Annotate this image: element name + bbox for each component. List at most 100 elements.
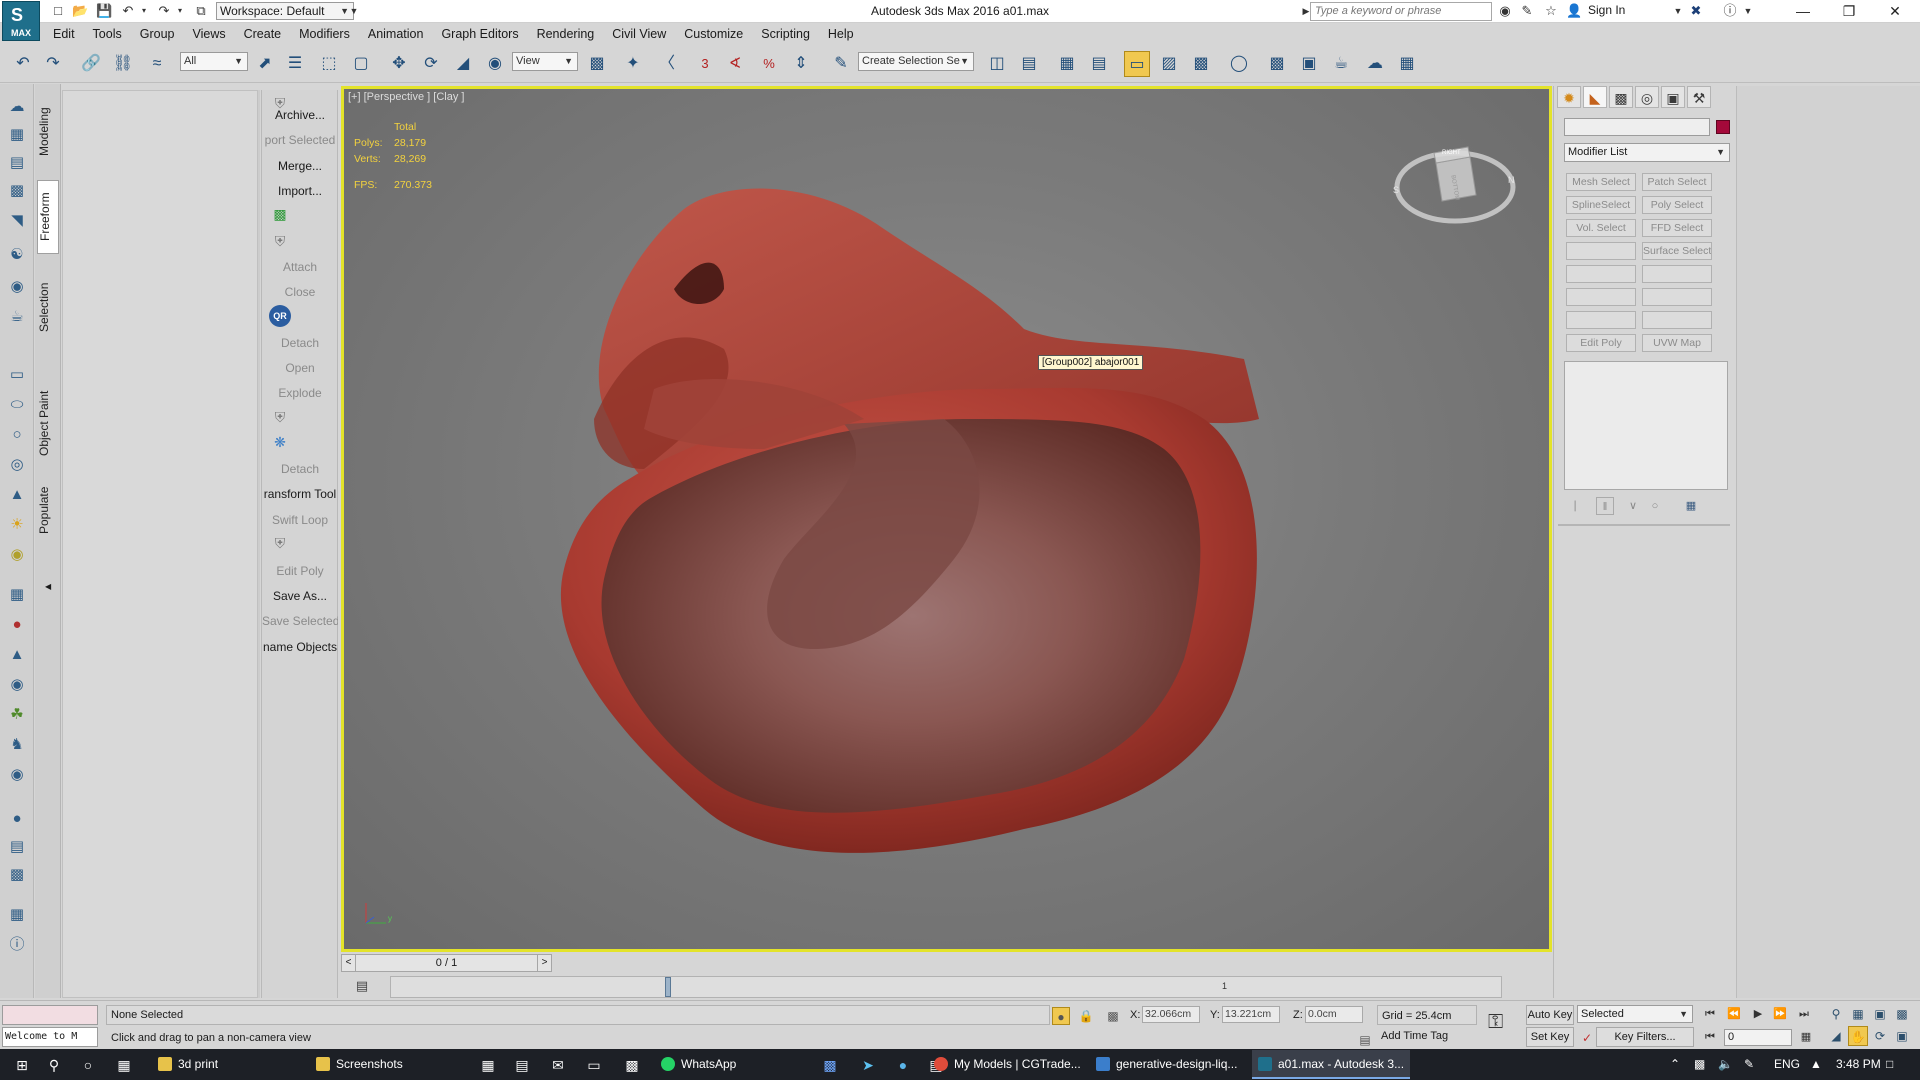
maxscript-listener-input[interactable] — [2, 1005, 98, 1025]
rotate-icon[interactable]: ⟳ — [418, 51, 444, 77]
tab-populate[interactable]: Populate — [37, 478, 59, 542]
z-coordinate-field[interactable]: 0.0cm — [1305, 1006, 1363, 1023]
teapot-icon[interactable]: ☕ — [6, 306, 28, 328]
script-icon[interactable]: ▩ — [6, 864, 28, 886]
next-frame-icon[interactable]: > — [537, 955, 551, 971]
save-file-icon[interactable]: 💾 — [96, 3, 112, 19]
sign-in-link[interactable]: Sign In — [1588, 3, 1625, 17]
empty-mod-button-3[interactable] — [1642, 265, 1712, 283]
modifier-list-select[interactable]: Modifier List ▼ — [1564, 143, 1730, 162]
curve-editor-icon[interactable]: ▨ — [1156, 51, 1182, 77]
toggle-ribbon-icon[interactable]: ▭ — [1124, 51, 1150, 77]
menu-tools[interactable]: Tools — [84, 24, 131, 41]
communication-center-icon[interactable]: ✎ — [1519, 3, 1535, 19]
menu-views[interactable]: Views — [183, 24, 234, 41]
rename-objects-button[interactable]: name Objects — [262, 640, 338, 654]
lampshade-model[interactable] — [344, 89, 1549, 949]
viewcube[interactable]: RIGHT BOTTOM S N — [1390, 137, 1520, 227]
bind-space-warp-icon[interactable]: ≈ — [144, 51, 170, 77]
auto-key-button[interactable]: Auto Key — [1526, 1005, 1574, 1025]
sun-icon[interactable]: ☀ — [6, 514, 28, 536]
orbit-icon[interactable]: ⟳ — [1870, 1026, 1890, 1046]
surface-select-button[interactable]: Surface Select — [1642, 242, 1712, 260]
sphere-blue-icon[interactable]: ● — [6, 808, 28, 830]
network-icon[interactable]: ▩ — [622, 1055, 642, 1075]
disc-icon[interactable]: ⬭ — [6, 394, 28, 416]
redo-icon[interactable]: ↷ — [156, 3, 172, 19]
menu-modifiers[interactable]: Modifiers — [290, 24, 359, 41]
biped-icon[interactable]: ◉ — [6, 276, 28, 298]
task-view-icon[interactable]: ▦ — [114, 1055, 134, 1075]
time-tag-icon[interactable]: ▤ — [1356, 1031, 1374, 1049]
open-file-icon[interactable]: 📂 — [72, 3, 88, 19]
add-time-tag-button[interactable]: Add Time Tag — [1381, 1030, 1448, 1042]
project-folder-icon[interactable]: ⧉ — [193, 3, 209, 19]
utilities-tab-icon[interactable]: ⚒ — [1687, 86, 1711, 108]
empty-mod-button-5[interactable] — [1642, 288, 1712, 306]
display-tab-icon[interactable]: ▣ — [1661, 86, 1685, 108]
undo-button[interactable]: ↶ — [10, 51, 36, 77]
percent-snap-icon[interactable]: % — [756, 51, 782, 77]
go-to-start-icon[interactable]: ⏮ — [1700, 1005, 1720, 1023]
spinner-snap-icon[interactable]: ⇕ — [788, 51, 814, 77]
sphere-icon[interactable]: ○ — [6, 424, 28, 446]
modifier-stack[interactable] — [1564, 361, 1728, 490]
edit-named-selection-icon[interactable]: ✎ — [828, 51, 854, 77]
render-setup-icon[interactable]: ▩ — [1264, 51, 1290, 77]
menu-graph-editors[interactable]: Graph Editors — [432, 24, 527, 41]
key-mode-toggle-icon[interactable]: ⏮ — [1700, 1028, 1720, 1046]
taskbar-app-3ds-max[interactable]: a01.max - Autodesk 3... — [1252, 1050, 1410, 1079]
material-editor-icon[interactable]: ◯ — [1226, 51, 1252, 77]
save-selected-button[interactable]: Save Selected — [262, 614, 338, 628]
network-tray-icon[interactable]: ▩ — [1694, 1049, 1705, 1080]
isolate-selection-icon[interactable]: ● — [1052, 1007, 1070, 1025]
key-icon[interactable]: ⚿ — [1488, 1011, 1503, 1034]
menu-create[interactable]: Create — [235, 24, 291, 41]
application-button[interactable]: S MAX — [2, 1, 40, 41]
windows-start-icon[interactable]: ⊞ — [12, 1055, 32, 1075]
quick-access-dropdown-icon[interactable]: ▼ — [346, 3, 362, 19]
modify-tab-icon[interactable]: ◣ — [1583, 86, 1607, 108]
skype-icon[interactable]: ● — [893, 1055, 913, 1075]
exchange-apps-icon[interactable]: ✖ — [1688, 3, 1704, 19]
taskbar-app-whatsapp[interactable]: WhatsApp — [655, 1050, 805, 1079]
open-button[interactable]: Open — [262, 361, 338, 375]
earth-icon[interactable]: ◉ — [6, 764, 28, 786]
panel-d-icon[interactable]: ◥ — [6, 210, 28, 232]
store-icon[interactable]: ▤ — [512, 1055, 532, 1075]
uvw-map-button[interactable]: UVW Map — [1642, 334, 1712, 352]
zoom-extents-all-icon[interactable]: ▩ — [1892, 1004, 1912, 1024]
vol-select-button[interactable]: Vol. Select — [1566, 219, 1636, 237]
render-icon[interactable]: ▦ — [6, 904, 28, 926]
layer-icon[interactable]: ▤ — [6, 836, 28, 858]
rectangular-selection-icon[interactable]: ⬚ — [316, 51, 342, 77]
edit-poly-button[interactable]: Edit Poly — [262, 564, 338, 578]
poly-select-button[interactable]: Poly Select — [1642, 196, 1712, 214]
green-image-icon[interactable]: ▩ — [269, 203, 291, 225]
torus-icon[interactable]: ◎ — [6, 454, 28, 476]
layer-explorer-icon[interactable]: ▤ — [1086, 51, 1112, 77]
tab-selection[interactable]: Selection — [37, 276, 59, 338]
track-bar[interactable]: 1 — [390, 976, 1502, 998]
grid-object-icon[interactable]: ▦ — [6, 584, 28, 606]
empty-mod-button-1[interactable] — [1566, 242, 1636, 260]
save-as-button[interactable]: Save As... — [262, 589, 338, 603]
rendered-frame-window-icon[interactable]: ▣ — [1296, 51, 1322, 77]
volume-icon[interactable]: 🔈 — [1718, 1049, 1733, 1080]
redo-dropdown-icon[interactable]: ▾ — [172, 3, 188, 19]
schematic-view-icon[interactable]: ▩ — [1188, 51, 1214, 77]
next-key-icon[interactable]: ⏩ — [1770, 1005, 1790, 1023]
make-unique-icon[interactable]: ∨ — [1624, 497, 1642, 515]
patch-select-button[interactable]: Patch Select — [1642, 173, 1712, 191]
reference-coordinate-select[interactable]: View ▼ — [512, 52, 578, 71]
pivot-center-icon[interactable]: ▩ — [584, 51, 610, 77]
help-dropdown-icon[interactable]: ▼ — [1740, 3, 1756, 19]
align-icon[interactable]: ▤ — [1016, 51, 1042, 77]
object-name-field[interactable] — [1564, 118, 1710, 136]
taskbar-app-screenshots[interactable]: Screenshots — [310, 1050, 460, 1079]
help-circle-icon[interactable]: ⓘ — [6, 934, 28, 956]
menu-scripting[interactable]: Scripting — [752, 24, 819, 41]
tab-freeform[interactable]: Freeform — [37, 180, 59, 254]
sign-in-dropdown-icon[interactable]: ▼ — [1670, 3, 1686, 19]
menu-civil-view[interactable]: Civil View — [603, 24, 675, 41]
